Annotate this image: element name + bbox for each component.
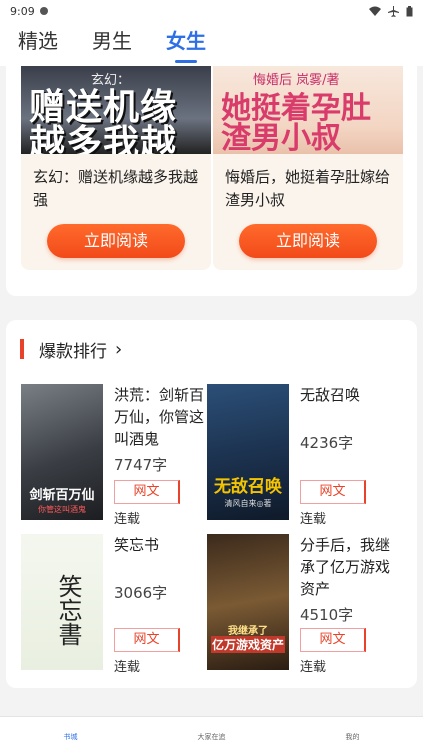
cover-subtitle-text: 你管这叫酒鬼: [38, 505, 86, 514]
wifi-icon: [369, 6, 381, 16]
ranking-section: 爆款排行 › 剑斩百万仙 你管这叫酒鬼 洪荒：剑斩百万仙，你管这叫酒鬼 7747…: [6, 320, 417, 688]
serial-status: 连载: [114, 512, 141, 527]
ranking-book-item[interactable]: 笑忘書 笑忘书 3066字 网文 连载: [21, 534, 211, 676]
genre-tag: 网文: [300, 480, 366, 504]
genre-tag: 网文: [114, 628, 180, 652]
book-cover[interactable]: 我继承了 亿万游戏资产: [207, 534, 289, 670]
chevron-right-icon[interactable]: ›: [115, 339, 122, 360]
book-title[interactable]: 无敌召唤: [300, 384, 390, 406]
featured-book-card[interactable]: 玄幻： 赠送机缘越多我越强 玄幻：赠送机缘越多我越强 立即阅读: [21, 66, 211, 270]
tab-female[interactable]: 女生: [166, 28, 206, 54]
cover-subtitle-text: 清风自来◎著: [224, 499, 272, 508]
book-cover[interactable]: 无敌召唤 清风自来◎著: [207, 384, 289, 520]
nav-bookstore[interactable]: 书城: [0, 717, 141, 752]
book-title[interactable]: 笑忘书: [114, 534, 204, 556]
ranking-header[interactable]: 爆款排行 ›: [20, 338, 122, 362]
word-count: 4236字: [300, 434, 354, 452]
status-bar: 9:09: [0, 0, 423, 22]
nav-profile[interactable]: 我的: [282, 717, 423, 752]
cover-small-text: 悔婚后 岚雾/著: [253, 73, 340, 88]
read-now-button[interactable]: 立即阅读: [47, 224, 185, 258]
genre-tag: 网文: [300, 628, 366, 652]
bottom-navigation: 书城 大家在追 我的: [0, 716, 423, 752]
read-now-button[interactable]: 立即阅读: [239, 224, 377, 258]
notification-dot-icon: [39, 7, 48, 15]
tab-male[interactable]: 男生: [92, 28, 132, 54]
ranking-book-item[interactable]: 我继承了 亿万游戏资产 分手后，我继承了亿万游戏资产 4510字 网文 连载: [207, 534, 397, 676]
serial-status: 连载: [300, 660, 327, 675]
book-cover[interactable]: 玄幻： 赠送机缘越多我越强: [21, 66, 211, 154]
book-cover[interactable]: 剑斩百万仙 你管这叫酒鬼: [21, 384, 103, 520]
genre-tag: 网文: [114, 480, 180, 504]
book-title[interactable]: 分手后，我继承了亿万游戏资产: [300, 534, 390, 600]
tab-featured[interactable]: 精选: [18, 28, 58, 54]
status-time: 9:09: [10, 4, 35, 18]
nav-trending[interactable]: 大家在追: [141, 717, 282, 752]
book-title[interactable]: 洪荒：剑斩百万仙，你管这叫酒鬼: [114, 384, 204, 450]
cover-title-text: 赠送机缘越多我越强: [29, 87, 178, 155]
battery-icon: [406, 5, 413, 16]
featured-section: 玄幻： 赠送机缘越多我越强 玄幻：赠送机缘越多我越强 立即阅读 悔婚后 岚雾/著…: [6, 66, 417, 296]
book-title[interactable]: 玄幻：赠送机缘越多我越强: [33, 166, 201, 212]
serial-status: 连载: [300, 512, 327, 527]
cover-title-text: 笑忘書: [54, 574, 82, 646]
cover-subtitle-text: 我继承了: [228, 626, 268, 637]
airplane-icon: [388, 5, 399, 17]
featured-book-card[interactable]: 悔婚后 岚雾/著 她挺着孕肚渣男小叔 悔婚后，她挺着孕肚嫁给渣男小叔 立即阅读: [213, 66, 403, 270]
category-tabs: 精选 男生 女生: [0, 22, 423, 66]
book-cover[interactable]: 悔婚后 岚雾/著 她挺着孕肚渣男小叔: [213, 66, 403, 154]
cover-small-text: 玄幻：: [91, 73, 131, 88]
cover-title-text: 她挺着孕肚渣男小叔: [221, 91, 371, 154]
serial-status: 连载: [114, 660, 141, 675]
ranking-book-item[interactable]: 剑斩百万仙 你管这叫酒鬼 洪荒：剑斩百万仙，你管这叫酒鬼 7747字 网文 连载: [21, 384, 211, 527]
cover-title-text: 无敌召唤: [214, 477, 282, 497]
ranking-book-item[interactable]: 无敌召唤 清风自来◎著 无敌召唤 4236字 网文 连载: [207, 384, 397, 527]
word-count: 7747字: [114, 456, 168, 474]
book-title[interactable]: 悔婚后，她挺着孕肚嫁给渣男小叔: [225, 166, 393, 212]
word-count: 4510字: [300, 606, 354, 624]
section-accent-bar: [20, 339, 24, 359]
cover-title-text: 亿万游戏资产: [211, 636, 285, 653]
status-icons: [369, 5, 413, 17]
book-cover[interactable]: 笑忘書: [21, 534, 103, 670]
section-title: 爆款排行: [39, 341, 107, 362]
word-count: 3066字: [114, 584, 168, 602]
cover-title-text: 剑斩百万仙: [29, 488, 95, 503]
